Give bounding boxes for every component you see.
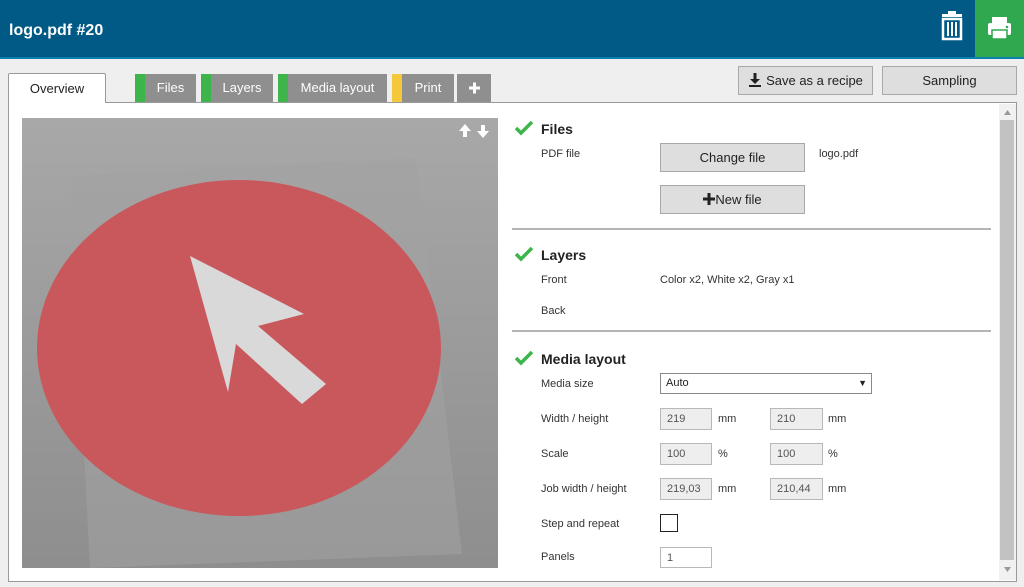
files-section-title: Files bbox=[541, 121, 573, 137]
scale-y-field[interactable]: 100 bbox=[770, 443, 823, 465]
pdf-filename: logo.pdf bbox=[819, 148, 859, 160]
chevron-down-icon: ▼ bbox=[858, 378, 867, 388]
unit-mm: mm bbox=[828, 413, 847, 425]
job-height-field[interactable]: 210,44 bbox=[770, 478, 823, 500]
step-repeat-label: Step and repeat bbox=[541, 518, 620, 530]
check-icon bbox=[514, 350, 534, 366]
status-stripe bbox=[278, 74, 288, 102]
pdf-file-label: PDF file bbox=[541, 148, 581, 160]
media-layout-section-title: Media layout bbox=[541, 351, 626, 367]
scale-x-field[interactable]: 100 bbox=[660, 443, 712, 465]
swap-up-down-icon[interactable] bbox=[458, 122, 494, 140]
tab-overview[interactable]: Overview bbox=[8, 73, 106, 103]
unit-mm: mm bbox=[718, 413, 737, 425]
status-stripe bbox=[201, 74, 211, 102]
job-width-field[interactable]: 219,03 bbox=[660, 478, 712, 500]
tab-overview-label: Overview bbox=[29, 81, 85, 96]
media-size-label: Media size bbox=[541, 378, 594, 390]
back-label: Back bbox=[541, 305, 566, 317]
section-divider bbox=[512, 228, 991, 230]
scroll-down-arrow-icon[interactable] bbox=[999, 564, 1016, 574]
new-file-button[interactable]: New file bbox=[660, 185, 805, 214]
media-size-value: Auto bbox=[666, 377, 689, 389]
tab-files[interactable]: Files bbox=[135, 74, 196, 102]
plus-icon bbox=[703, 193, 716, 205]
scroll-thumb[interactable] bbox=[1000, 120, 1014, 560]
change-file-label: Change file bbox=[699, 150, 766, 165]
sampling-button[interactable]: Sampling bbox=[882, 66, 1017, 95]
front-layers-value: Color x2, White x2, Gray x1 bbox=[660, 274, 795, 286]
save-recipe-label: Save as a recipe bbox=[766, 73, 863, 88]
tab-files-label: Files bbox=[156, 80, 185, 95]
change-file-button[interactable]: Change file bbox=[660, 143, 805, 172]
new-file-label: New file bbox=[715, 192, 762, 207]
section-divider bbox=[512, 330, 991, 332]
page-title: logo.pdf #20 bbox=[9, 22, 104, 39]
panels-label: Panels bbox=[541, 551, 575, 563]
tab-media-layout-label: Media layout bbox=[300, 80, 375, 95]
plus-icon bbox=[469, 82, 480, 94]
unit-mm: mm bbox=[828, 483, 847, 495]
width-field[interactable]: 219 bbox=[660, 408, 712, 430]
save-recipe-button[interactable]: Save as a recipe bbox=[738, 66, 873, 95]
printer-icon bbox=[988, 17, 1011, 40]
vertical-scrollbar[interactable] bbox=[999, 104, 1016, 580]
check-icon bbox=[514, 246, 534, 262]
tab-media-layout[interactable]: Media layout bbox=[278, 74, 387, 102]
print-preview bbox=[22, 118, 498, 568]
print-button[interactable] bbox=[975, 0, 1024, 57]
scroll-up-arrow-icon[interactable] bbox=[999, 108, 1016, 118]
app-header: logo.pdf #20 bbox=[0, 0, 1024, 59]
status-stripe bbox=[392, 74, 402, 102]
tab-layers[interactable]: Layers bbox=[201, 74, 273, 102]
add-tab-button[interactable] bbox=[457, 74, 491, 102]
height-field[interactable]: 210 bbox=[770, 408, 823, 430]
download-icon bbox=[749, 73, 762, 87]
layers-section-title: Layers bbox=[541, 247, 587, 263]
trash-icon bbox=[941, 11, 963, 41]
width-height-label: Width / height bbox=[541, 413, 609, 425]
panels-field[interactable]: 1 bbox=[660, 547, 712, 568]
status-stripe bbox=[135, 74, 145, 102]
front-label: Front bbox=[541, 274, 567, 286]
unit-percent: % bbox=[718, 448, 728, 460]
sampling-label: Sampling bbox=[922, 73, 977, 88]
tab-print-label: Print bbox=[414, 80, 442, 95]
check-icon bbox=[514, 120, 534, 136]
scale-label: Scale bbox=[541, 448, 569, 460]
logo-preview-image bbox=[37, 158, 462, 568]
tab-layers-label: Layers bbox=[222, 80, 262, 95]
unit-mm: mm bbox=[718, 483, 737, 495]
step-repeat-checkbox[interactable] bbox=[660, 514, 678, 532]
media-size-select[interactable]: Auto ▼ bbox=[660, 373, 872, 394]
job-size-label: Job width / height bbox=[541, 483, 627, 495]
tab-print[interactable]: Print bbox=[392, 74, 454, 102]
delete-button[interactable] bbox=[936, 10, 968, 46]
unit-percent: % bbox=[828, 448, 838, 460]
